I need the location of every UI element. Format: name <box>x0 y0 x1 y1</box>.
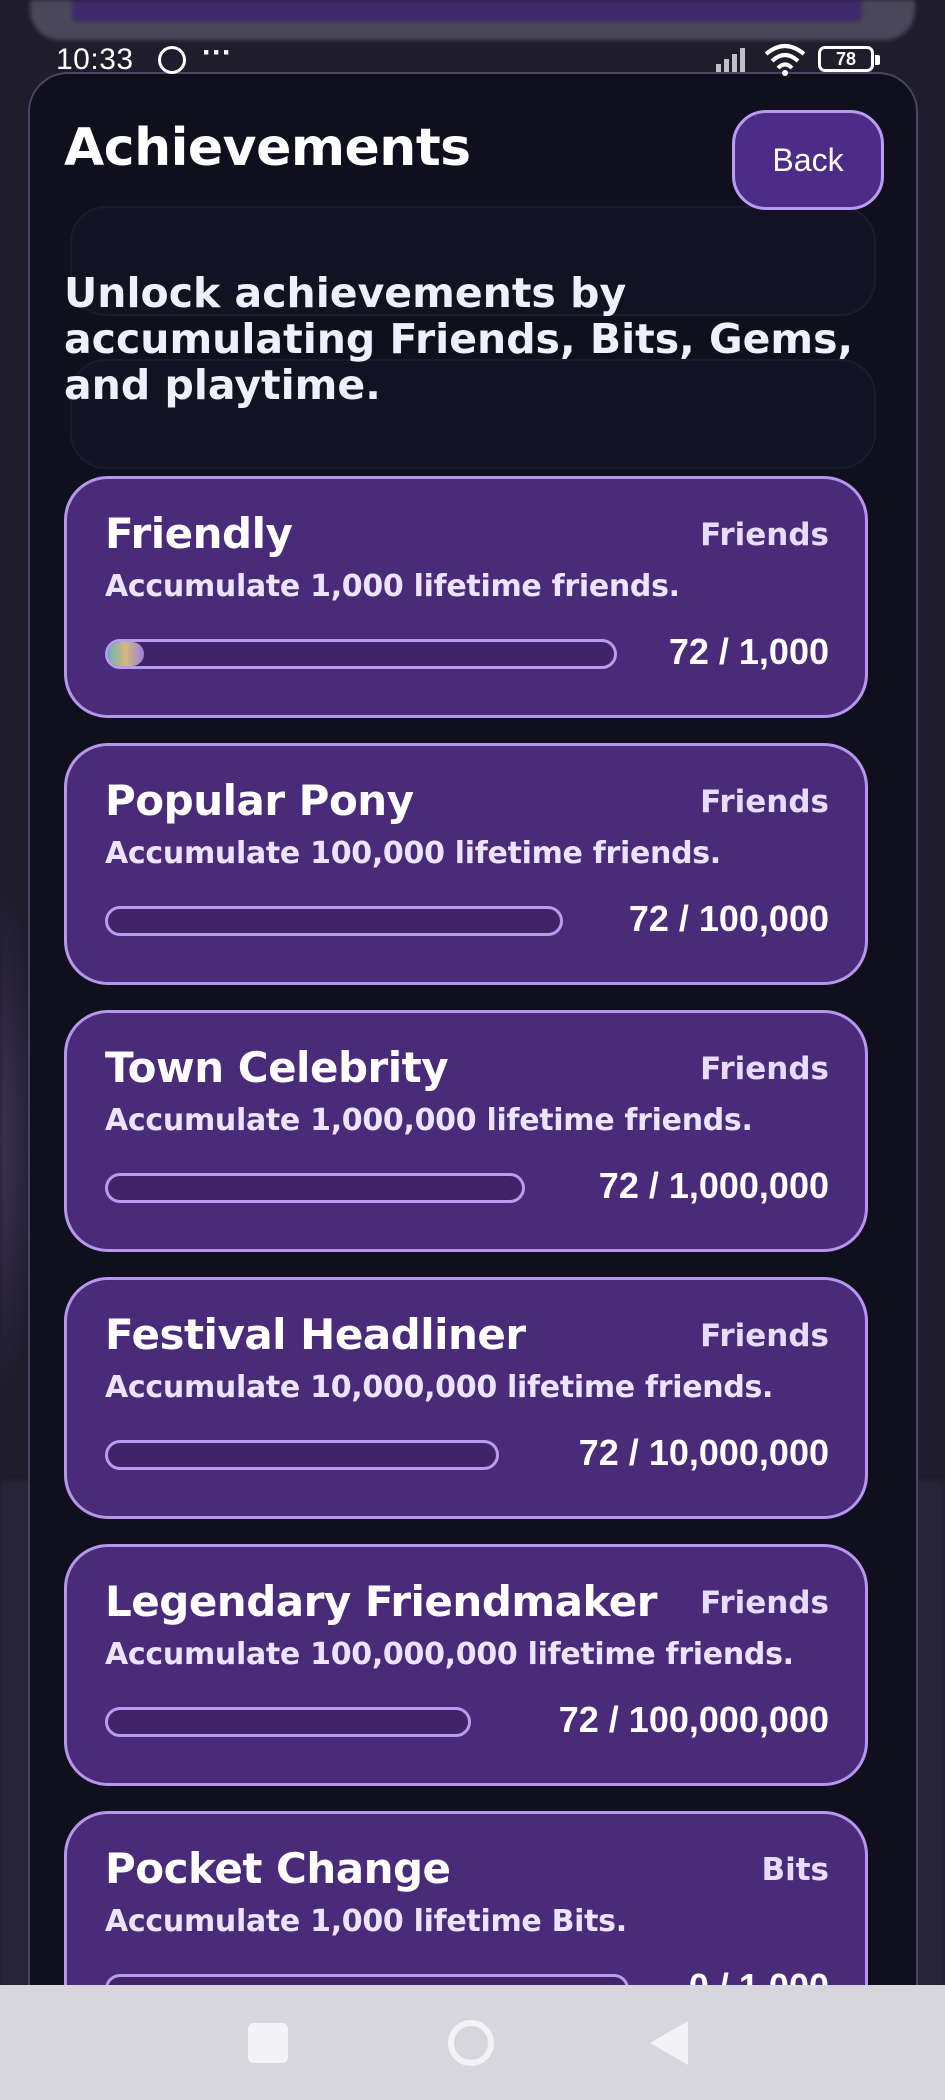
achievement-title: Pocket Change <box>105 1844 451 1893</box>
achievement-category: Friends <box>700 517 829 553</box>
status-bar: 10:33 ··· 78 <box>0 36 945 80</box>
achievement-title: Town Celebrity <box>105 1043 449 1092</box>
achievement-category: Friends <box>700 1318 829 1354</box>
achievement-title: Popular Pony <box>105 776 414 825</box>
achievement-card: Legendary Friendmaker Friends Accumulate… <box>64 1544 868 1786</box>
achievement-title: Legendary Friendmaker <box>105 1577 658 1626</box>
background-top-panel <box>30 0 915 40</box>
achievement-description: Accumulate 10,000,000 lifetime friends. <box>105 1370 774 1405</box>
progress-bar <box>105 1173 525 1203</box>
achievement-category: Friends <box>700 784 829 820</box>
achievement-description: Accumulate 1,000 lifetime Bits. <box>105 1904 627 1939</box>
intro-text: Unlock achievements by accumulating Frie… <box>64 269 854 409</box>
progress-bar <box>105 1440 499 1470</box>
recent-apps-icon[interactable] <box>248 2023 288 2063</box>
achievement-description: Accumulate 1,000,000 lifetime friends. <box>105 1103 753 1138</box>
achievement-description: Accumulate 100,000 lifetime friends. <box>105 836 721 871</box>
progress-bar <box>105 639 617 669</box>
achievement-card: Friendly Friends Accumulate 1,000 lifeti… <box>64 476 868 718</box>
achievement-category: Friends <box>700 1585 829 1621</box>
progress-text: 72 / 1,000 <box>668 631 829 672</box>
chat-icon <box>158 46 186 74</box>
progress-text: 72 / 1,000,000 <box>598 1165 829 1206</box>
achievement-card: Town Celebrity Friends Accumulate 1,000,… <box>64 1010 868 1252</box>
achievement-category: Bits <box>761 1852 829 1888</box>
modal-title: Achievements <box>64 118 471 178</box>
progress-bar <box>105 906 563 936</box>
progress-text: 72 / 100,000,000 <box>558 1699 829 1740</box>
progress-bar <box>105 1707 471 1737</box>
background-panel-inner <box>72 0 862 22</box>
achievement-category: Friends <box>700 1051 829 1087</box>
achievement-description: Accumulate 100,000,000 lifetime friends. <box>105 1637 794 1672</box>
back-button[interactable]: Back <box>732 110 884 210</box>
progress-text: 72 / 10,000,000 <box>578 1432 829 1473</box>
more-icon: ··· <box>202 36 232 69</box>
status-time: 10:33 <box>56 43 134 76</box>
achievements-modal: Achievements Back Unlock achievements by… <box>28 72 918 2027</box>
battery-icon: 78 <box>818 46 880 72</box>
back-arrow-icon[interactable] <box>650 2021 688 2065</box>
achievement-title: Friendly <box>105 509 293 558</box>
achievement-description: Accumulate 1,000 lifetime friends. <box>105 569 680 604</box>
battery-level: 78 <box>835 48 857 69</box>
progress-text: 72 / 100,000 <box>628 898 829 939</box>
system-nav-bar <box>0 1985 945 2100</box>
achievement-title: Festival Headliner <box>105 1310 526 1359</box>
achievement-card: Popular Pony Friends Accumulate 100,000 … <box>64 743 868 985</box>
home-icon[interactable] <box>448 2020 494 2066</box>
wifi-icon <box>764 44 806 76</box>
achievement-card: Festival Headliner Friends Accumulate 10… <box>64 1277 868 1519</box>
signal-icon <box>716 46 745 72</box>
progress-fill <box>108 642 145 666</box>
